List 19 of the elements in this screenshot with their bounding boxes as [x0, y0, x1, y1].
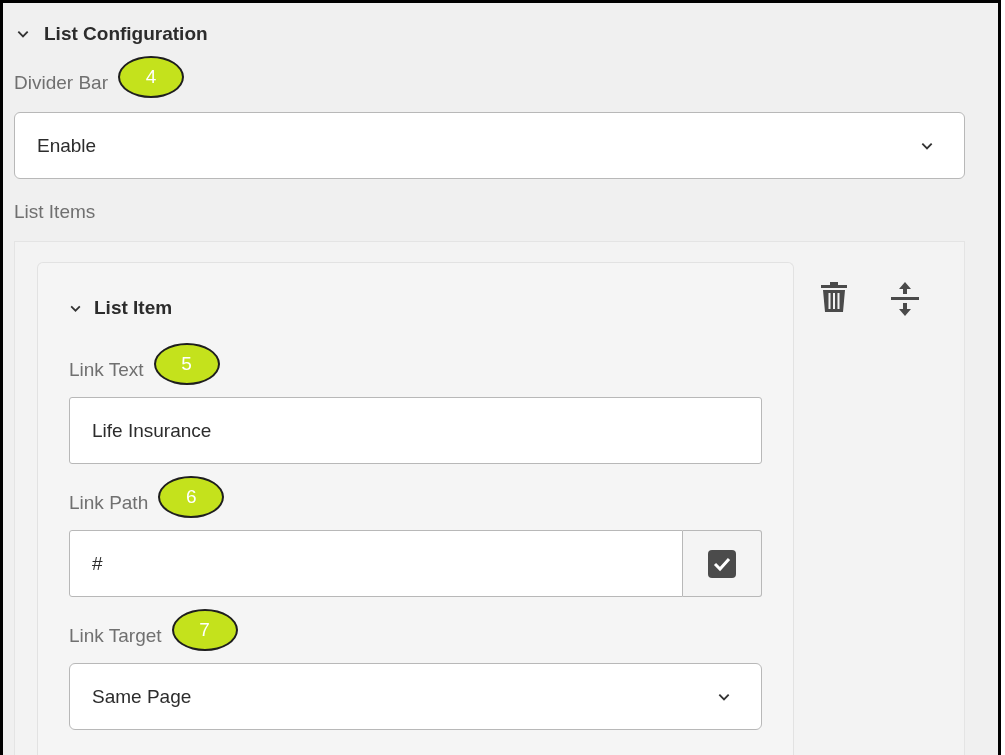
input-field[interactable]: Life Insurance: [69, 397, 762, 464]
field-label: Link Target: [69, 625, 162, 647]
delete-icon[interactable]: [820, 282, 848, 312]
field-label: List Items: [14, 201, 97, 224]
callout-badge: 4: [118, 56, 184, 98]
confirm-button[interactable]: [683, 530, 762, 597]
field-label: Link Path: [69, 492, 149, 514]
section-title: List Configuration: [44, 23, 208, 45]
item-title: List Item: [94, 297, 173, 319]
callout-badge: 5: [153, 343, 220, 385]
callout-badge: 7: [171, 609, 238, 651]
callout-badge: 6: [158, 476, 225, 518]
field-label: Link Text: [69, 359, 144, 381]
dropdown[interactable]: Same Page: [69, 663, 762, 730]
dropdown[interactable]: Enable: [14, 112, 965, 179]
field-label: Divider Bar: [14, 72, 108, 94]
input-field[interactable]: #: [69, 530, 683, 597]
checkmark-icon: [707, 548, 737, 579]
reorder-icon[interactable]: [890, 282, 920, 316]
